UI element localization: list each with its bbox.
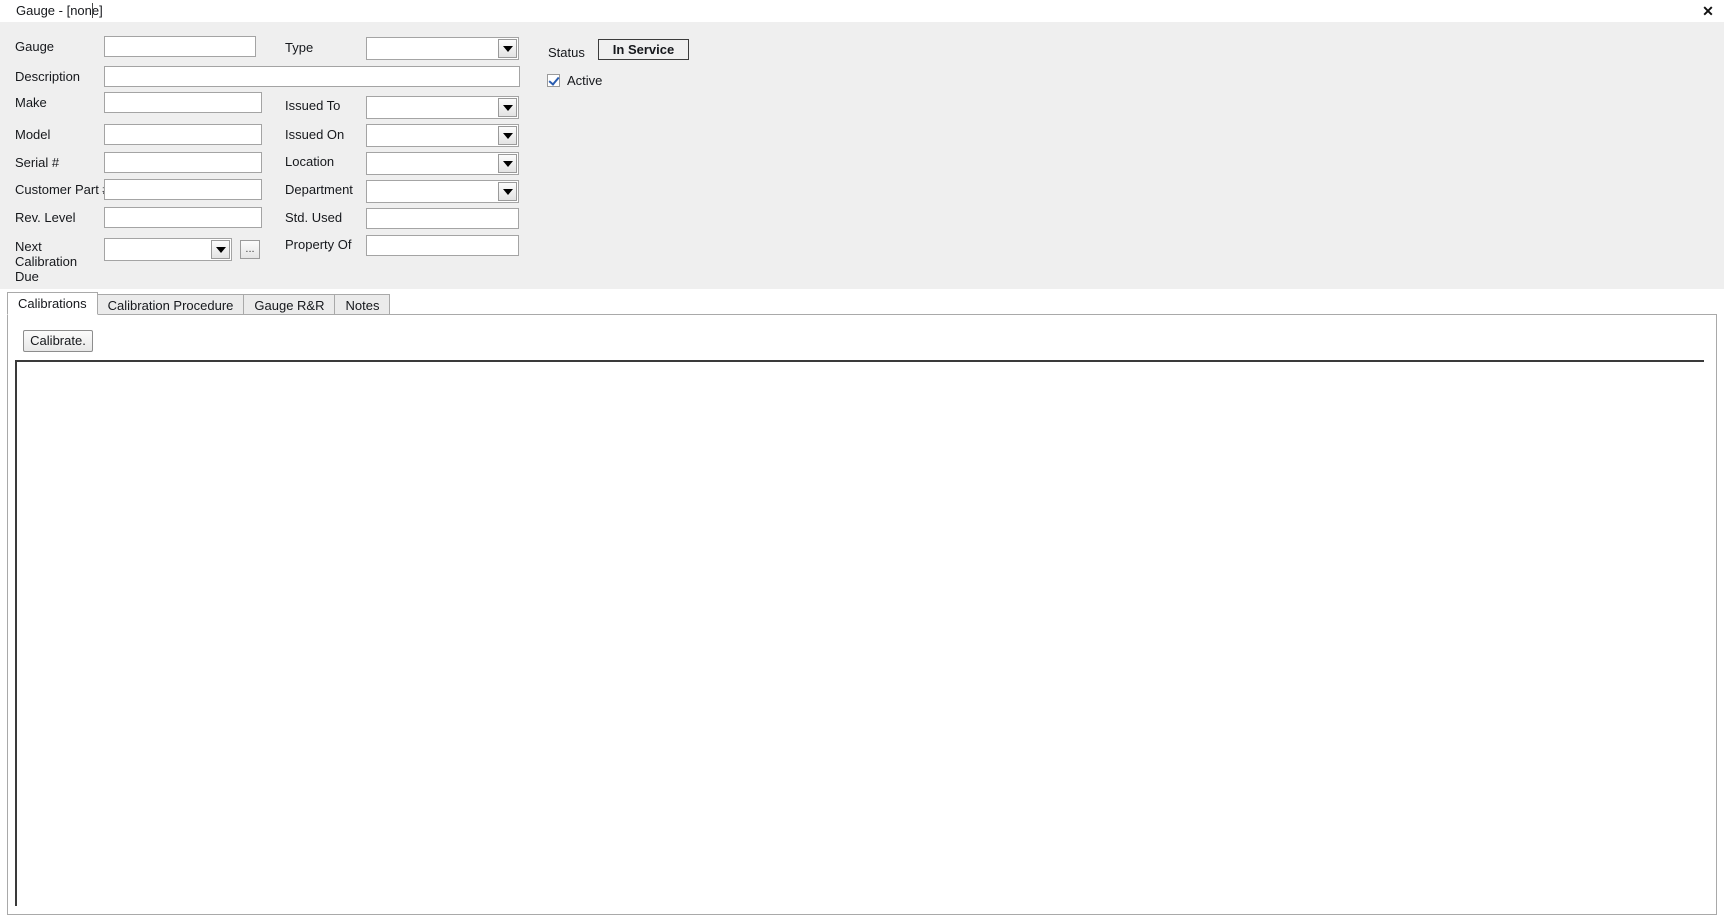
- calibrations-grid[interactable]: [15, 360, 1704, 906]
- description-input[interactable]: [104, 66, 520, 87]
- tab-calibrations[interactable]: Calibrations: [7, 292, 98, 315]
- chevron-down-icon[interactable]: [498, 126, 517, 145]
- status-label: Status: [548, 45, 585, 60]
- calibrations-tab-panel: Calibrate.: [7, 314, 1717, 915]
- active-checkbox[interactable]: [547, 74, 560, 87]
- serial-number-label: Serial #: [15, 155, 60, 170]
- make-label: Make: [15, 95, 47, 110]
- type-combobox[interactable]: [366, 37, 519, 60]
- issued-to-combobox[interactable]: [366, 96, 519, 119]
- gauge-label: Gauge: [15, 39, 55, 54]
- issued-on-label: Issued On: [285, 127, 345, 142]
- property-of-input[interactable]: [366, 235, 519, 256]
- customer-part-number-label: Customer Part #: [15, 182, 110, 197]
- tab-calibration-procedure[interactable]: Calibration Procedure: [96, 294, 245, 315]
- rev-level-label: Rev. Level: [15, 210, 76, 225]
- issued-on-combobox[interactable]: [366, 124, 519, 147]
- std-used-input[interactable]: [366, 208, 519, 229]
- department-combobox[interactable]: [366, 180, 519, 203]
- make-input[interactable]: [104, 92, 262, 113]
- location-combobox[interactable]: [366, 152, 519, 175]
- document-tab-label: Gauge - [none]: [16, 3, 103, 18]
- next-calibration-due-browse-button[interactable]: ...: [240, 240, 260, 259]
- chevron-down-icon[interactable]: [211, 240, 230, 259]
- chevron-down-icon[interactable]: [498, 39, 517, 58]
- document-tab[interactable]: Gauge - [none]: [8, 0, 111, 21]
- title-bar: Gauge - [none] ✕: [0, 0, 1724, 23]
- type-label: Type: [285, 40, 314, 55]
- gauge-input[interactable]: [104, 36, 256, 57]
- location-label: Location: [285, 154, 335, 169]
- next-calibration-due-label-line2: Calibration: [15, 254, 78, 269]
- tab-strip: Calibrations Calibration Procedure Gauge…: [7, 292, 1717, 315]
- department-label: Department: [285, 182, 353, 197]
- serial-number-input[interactable]: [104, 152, 262, 173]
- property-of-label: Property Of: [285, 237, 352, 252]
- next-calibration-due-combobox[interactable]: [104, 238, 232, 261]
- text-caret: [92, 3, 93, 18]
- chevron-down-icon[interactable]: [498, 98, 517, 117]
- description-label: Description: [15, 69, 81, 84]
- next-calibration-due-label-line1: Next: [15, 239, 42, 254]
- tab-gauge-rr[interactable]: Gauge R&R: [243, 294, 336, 315]
- close-icon[interactable]: ✕: [1699, 2, 1717, 20]
- chevron-down-icon[interactable]: [498, 182, 517, 201]
- model-label: Model: [15, 127, 51, 142]
- status-button[interactable]: In Service: [598, 39, 689, 60]
- next-calibration-due-label-line3: Due: [15, 269, 39, 284]
- next-calibration-due-label: Next Calibration Due: [15, 239, 77, 284]
- active-checkbox-row[interactable]: Active: [547, 73, 602, 88]
- rev-level-input[interactable]: [104, 207, 262, 228]
- model-input[interactable]: [104, 124, 262, 145]
- tab-notes[interactable]: Notes: [334, 294, 391, 315]
- std-used-label: Std. Used: [285, 210, 343, 225]
- active-label: Active: [567, 73, 603, 88]
- gauge-form-area: Gauge Description Make Model Serial # Cu…: [0, 22, 1724, 289]
- chevron-down-icon[interactable]: [498, 154, 517, 173]
- calibrate-button[interactable]: Calibrate.: [23, 330, 93, 352]
- issued-to-label: Issued To: [285, 98, 341, 113]
- customer-part-number-input[interactable]: [104, 179, 262, 200]
